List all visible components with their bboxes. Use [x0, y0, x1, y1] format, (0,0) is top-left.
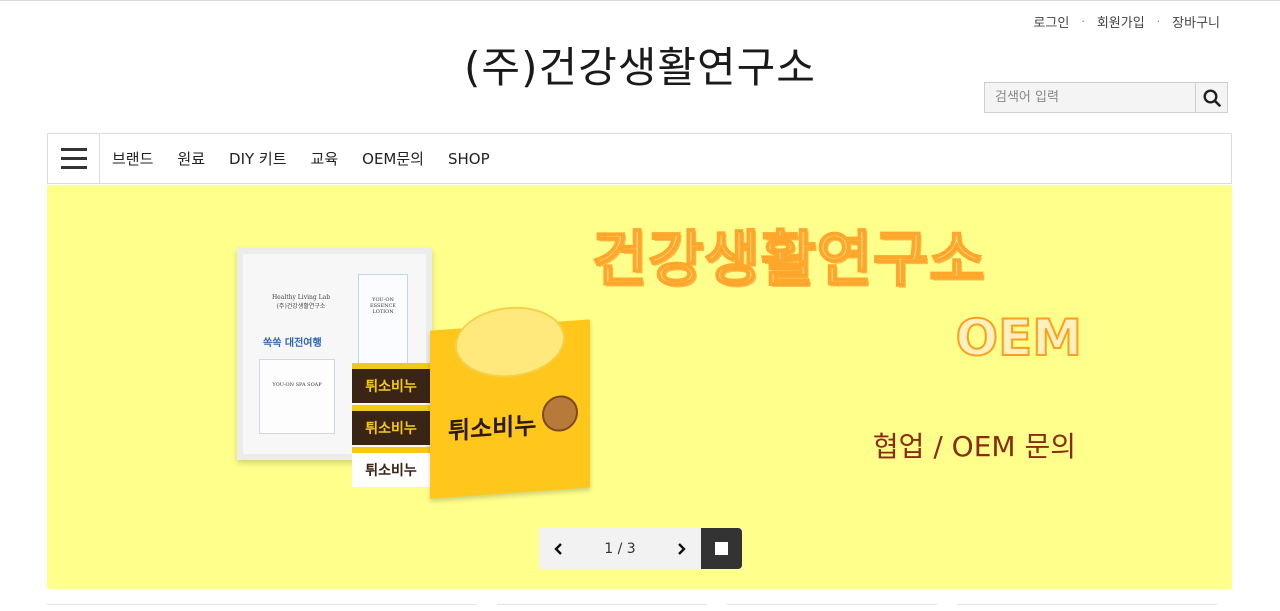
cookie-illustration: [542, 394, 578, 433]
soap-box: 튀소비누: [352, 405, 430, 445]
banner-subtitle: 협업 / OEM 문의: [872, 430, 1076, 463]
stop-icon: [715, 542, 728, 555]
lotion-package: YOU-ON ESSENCE LOTION: [358, 274, 408, 366]
spa-soap-package: YOU-ON SPA SOAP: [259, 359, 335, 434]
bun-soap: [455, 303, 565, 381]
slider-next-button[interactable]: [661, 528, 701, 569]
top-border: [0, 0, 1280, 1]
slider-stop-button[interactable]: [701, 528, 742, 569]
nav-item-education[interactable]: 교육: [311, 148, 339, 169]
hero-banner[interactable]: Healthy Living Lab (주)건강생활연구소 쏙쏙 대전여행 YO…: [47, 185, 1232, 589]
banner-oem: OEM: [955, 308, 1083, 368]
preview-divider: [727, 604, 937, 605]
hamburger-icon[interactable]: [48, 134, 100, 183]
utility-links: 로그인 · 회원가입 · 장바구니: [1033, 12, 1220, 31]
chevron-right-icon: [678, 542, 686, 555]
soap-stack-image: 튀소비누 튀소비누 튀소비누: [352, 363, 430, 491]
slide-counter: 1 / 3: [604, 540, 636, 557]
preview-divider: [47, 604, 477, 605]
slider-controls: 1 / 3: [539, 528, 742, 569]
soap-box: 튀소비누: [352, 447, 430, 487]
content-preview: [47, 604, 1232, 611]
main-nav: 브랜드 원료 DIY 키트 교육 OEM문의 SHOP: [47, 133, 1232, 184]
nav-item-oem-inquiry[interactable]: OEM문의: [362, 148, 424, 169]
preview-divider: [957, 604, 1217, 605]
nav-menu: 브랜드 원료 DIY 키트 교육 OEM문의 SHOP: [100, 148, 514, 169]
chevron-left-icon: [554, 542, 562, 555]
nav-item-brand[interactable]: 브랜드: [112, 148, 153, 169]
soap-bag-image: 튀소비누: [430, 303, 590, 499]
slider-prev-button[interactable]: [539, 528, 579, 569]
signup-link[interactable]: 회원가입: [1097, 12, 1145, 31]
cart-link[interactable]: 장바구니: [1172, 12, 1220, 31]
box-brand-text: Healthy Living Lab (주)건강생활연구소: [271, 294, 331, 310]
nav-item-ingredients[interactable]: 원료: [177, 148, 205, 169]
link-separator: ·: [1156, 15, 1161, 28]
nav-item-shop[interactable]: SHOP: [448, 150, 490, 168]
search-icon: [1202, 88, 1221, 107]
search-button[interactable]: [1195, 83, 1227, 112]
search-input[interactable]: [985, 83, 1195, 112]
nav-item-diy-kit[interactable]: DIY 키트: [229, 148, 287, 169]
soap-box: 튀소비누: [352, 363, 430, 403]
link-separator: ·: [1081, 15, 1085, 28]
bag-label: 튀소비누: [448, 411, 537, 446]
search-box: [984, 82, 1228, 113]
preview-divider: [497, 604, 707, 605]
banner-title: 건강생활연구소: [591, 224, 986, 296]
login-link[interactable]: 로그인: [1033, 12, 1069, 31]
box-line-text: 쏙쏙 대전여행: [263, 338, 322, 349]
